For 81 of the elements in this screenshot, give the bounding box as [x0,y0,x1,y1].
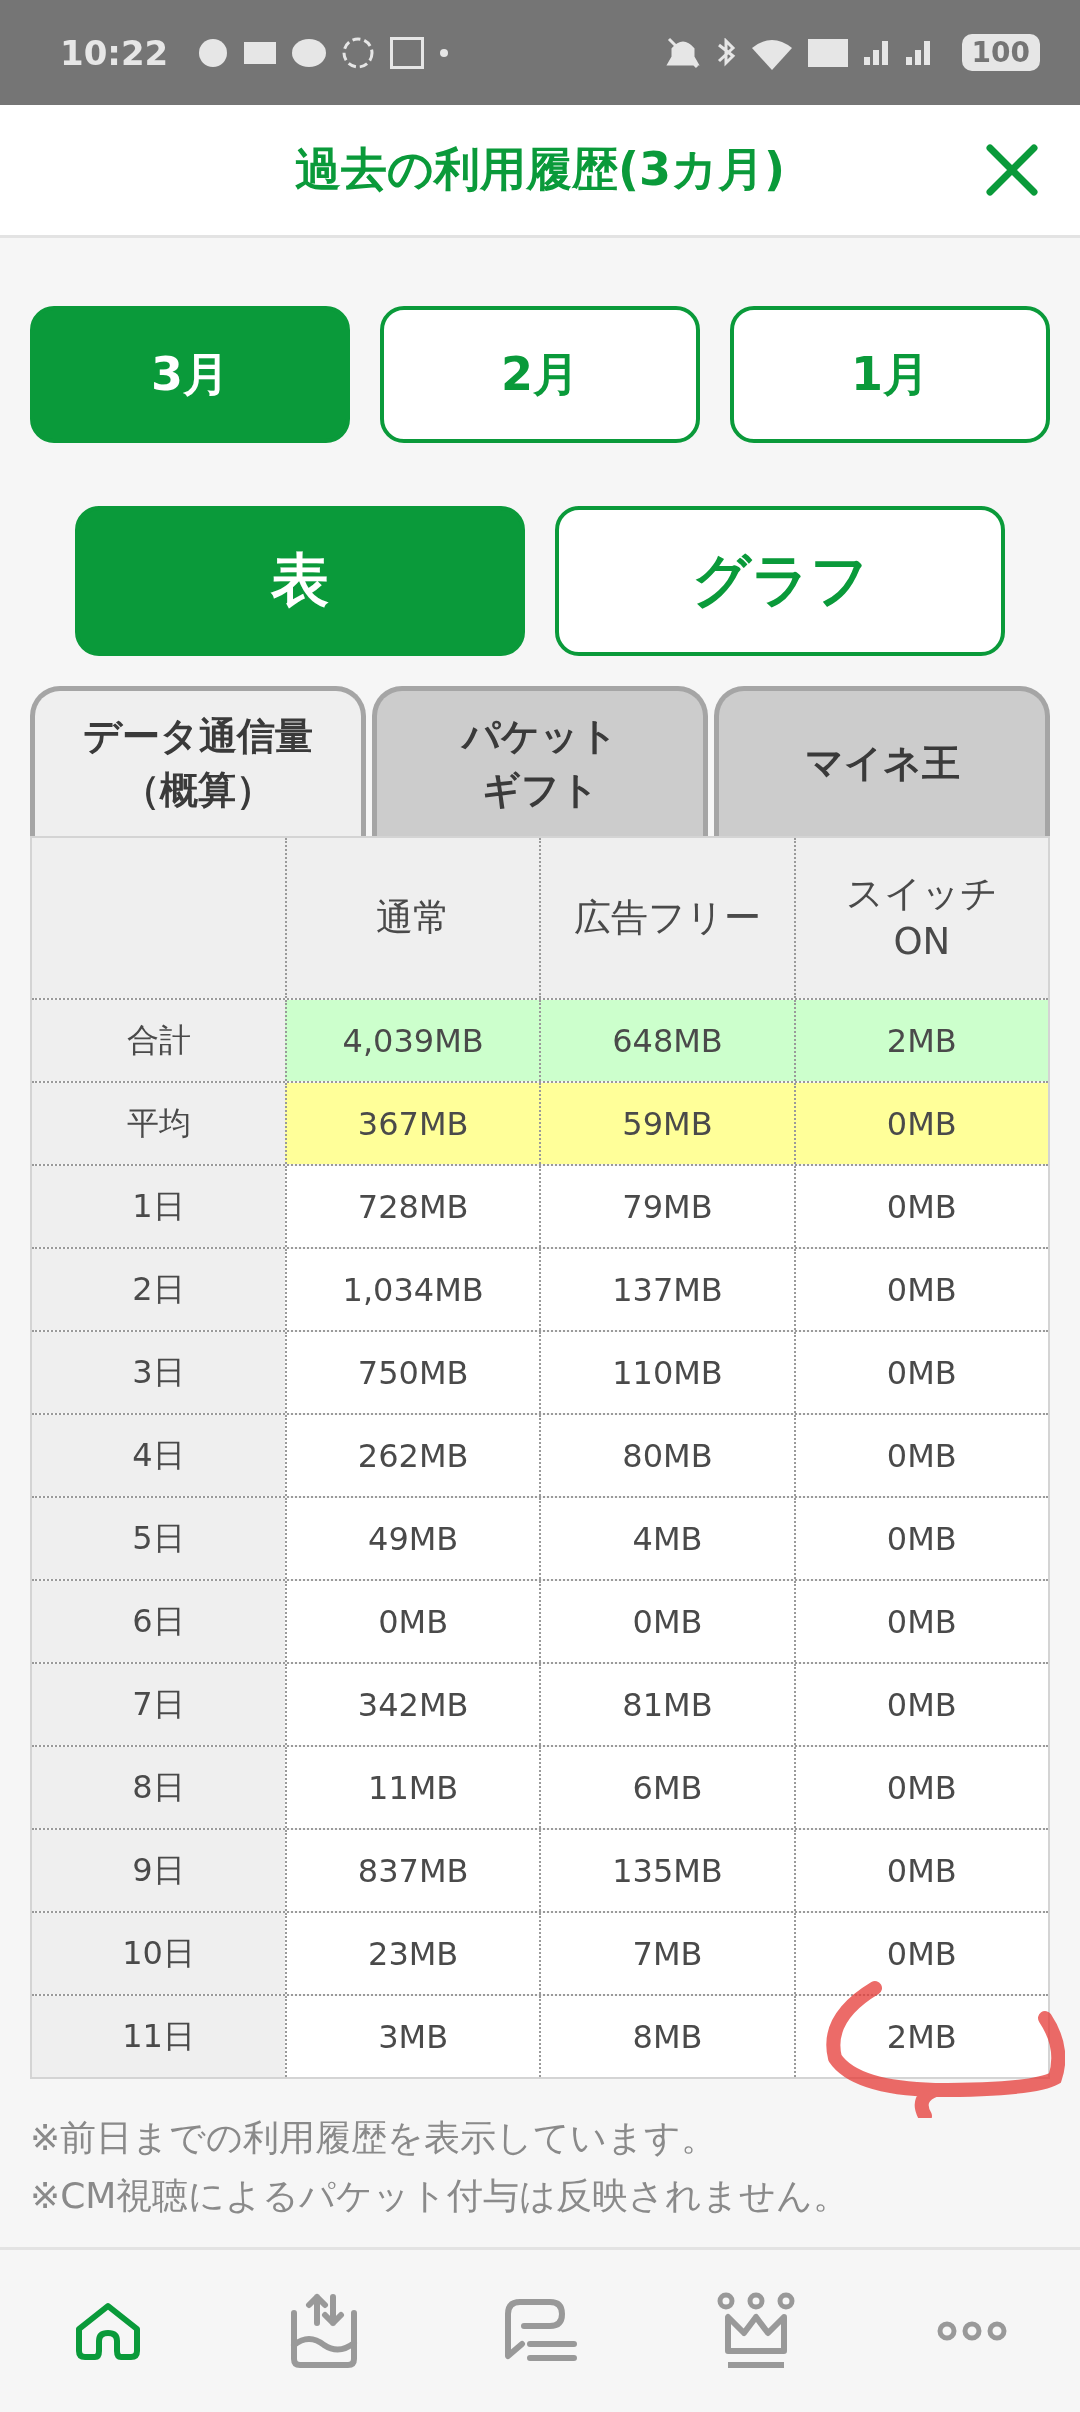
table-cell: 0MB [793,1664,1048,1745]
table-cell: 135MB [539,1830,794,1911]
row-label: 11日 [32,1996,285,2077]
month-tab[interactable]: 1月 [730,306,1050,443]
row-label: 9日 [32,1830,285,1911]
table-cell: 3MB [285,1996,540,2077]
table-cell: 2MB [793,1996,1048,2077]
row-label: 8日 [32,1747,285,1828]
row-label: 5日 [32,1498,285,1579]
status-time: 10:22 [60,32,169,73]
upload-download-icon [289,2293,359,2369]
close-icon[interactable] [984,142,1040,198]
table-cell: 0MB [793,1083,1048,1164]
note-text: ※CM視聴によるパケット付与は反映されません。 [30,2173,851,2218]
table-cell: 7MB [539,1913,794,1994]
row-label: 1日 [32,1166,285,1247]
category-tab[interactable]: データ通信量 （概算） [30,686,366,836]
table-cell: 750MB [285,1332,540,1413]
row-label: 7日 [32,1664,285,1745]
table-cell: 0MB [793,1415,1048,1496]
column-header: 通常 [285,838,540,998]
ring-icon [342,36,375,69]
row-label: 平均 [32,1083,285,1164]
table-cell: 0MB [793,1747,1048,1828]
signal-icon [863,40,890,65]
note-text: ※前日までの利用履歴を表示しています。 [30,2116,719,2160]
table-cell: 11MB [285,1747,540,1828]
table-cell: 837MB [285,1830,540,1911]
table-cell: 80MB [539,1415,794,1496]
table-cell: 0MB [539,1581,794,1662]
chat-bubble-icon [292,38,327,67]
column-header: 広告フリー [539,838,794,998]
row-label: 4日 [32,1415,285,1496]
table-cell: 648MB [539,1000,794,1081]
bluetooth-icon [715,37,736,68]
signal-icon [905,40,932,65]
category-tab[interactable]: パケット ギフト [372,686,708,836]
table-cell: 2MB [793,1000,1048,1081]
table-cell: 81MB [539,1664,794,1745]
bell-off-icon [665,35,700,70]
battery-level: 100 [961,34,1040,71]
table-cell: 1,034MB [285,1249,540,1330]
table-cell: 0MB [793,1581,1048,1662]
more-icon [937,2319,1007,2343]
view-toggle[interactable]: 表 [75,506,525,656]
month-tab[interactable]: 2月 [380,306,700,443]
row-label: 3日 [32,1332,285,1413]
home-icon [73,2301,143,2361]
category-tab[interactable]: マイネ王 [714,686,1050,836]
table-cell: 0MB [285,1581,540,1662]
table-cell: 0MB [793,1332,1048,1413]
table-cell: 8MB [539,1996,794,2077]
table-cell: 367MB [285,1083,540,1164]
view-toggle[interactable]: グラフ [555,506,1005,656]
table-cell: 79MB [539,1166,794,1247]
table-cell: 342MB [285,1664,540,1745]
table-cell: 59MB [539,1083,794,1164]
table-cell: 6MB [539,1747,794,1828]
crown-icon [716,2291,796,2371]
row-label: 2日 [32,1249,285,1330]
table-cell: 137MB [539,1249,794,1330]
table-cell: 262MB [285,1415,540,1496]
dot-icon [440,48,449,57]
table-cell: 0MB [793,1166,1048,1247]
chat-icon [502,2298,578,2364]
table-cell: 4MB [539,1498,794,1579]
table-cell: 110MB [539,1332,794,1413]
row-label: 6日 [32,1581,285,1662]
table-cell: 0MB [793,1830,1048,1911]
month-tab[interactable]: 3月 [30,306,350,443]
table-cell: 49MB [285,1498,540,1579]
table-cell: 0MB [793,1913,1048,1994]
column-header: スイッチ ON [793,838,1048,998]
table-cell: 23MB [285,1913,540,1994]
table-cell: 0MB [793,1498,1048,1579]
page-title: 過去の利用履歴(3カ月) [294,141,786,198]
row-label: 合計 [32,1000,285,1081]
row-label: 10日 [32,1913,285,1994]
table-cell: 0MB [793,1249,1048,1330]
table-cell: 728MB [285,1166,540,1247]
table-cell: 4,039MB [285,1000,540,1081]
